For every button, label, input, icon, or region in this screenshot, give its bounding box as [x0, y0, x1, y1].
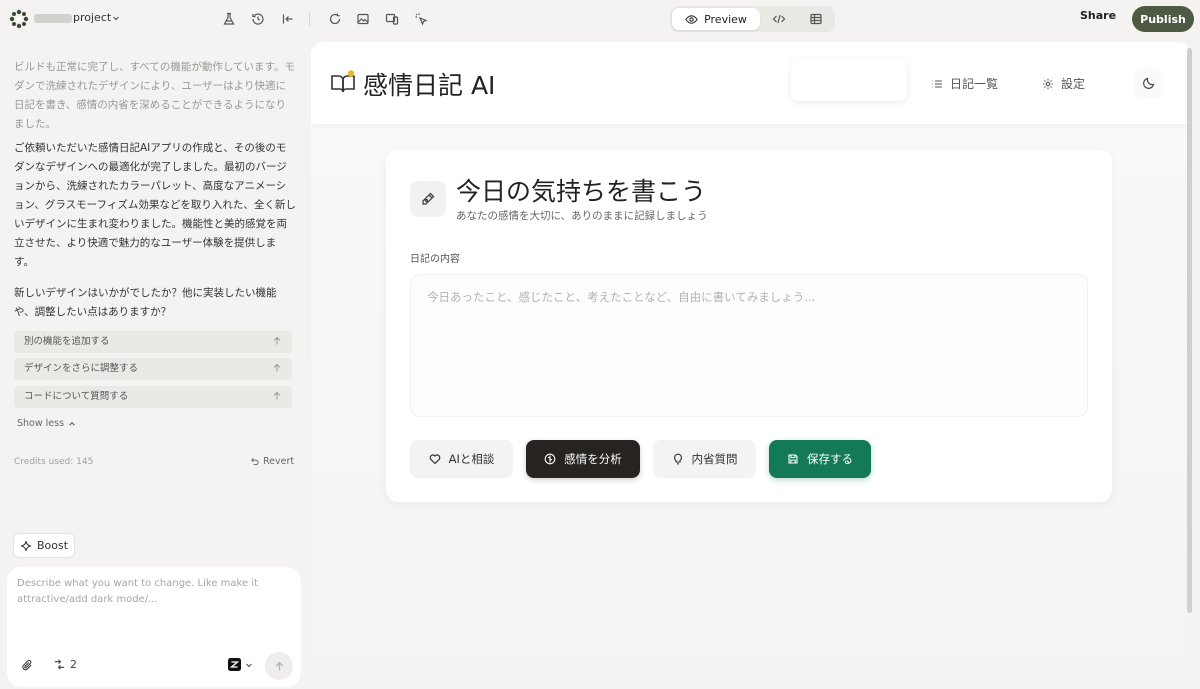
app-preview: 感情日記 AI 日記一覧 設定 今日の気持ちを書こう あなたの感情を大切に、あり… [311, 42, 1190, 689]
history-icon[interactable] [250, 11, 266, 27]
show-less-label: Show less [17, 418, 65, 429]
view-toggle: Preview [670, 6, 835, 32]
preview-tab[interactable]: Preview [672, 8, 760, 30]
analyze-emotion-button[interactable]: 感情を分析 [526, 440, 640, 478]
lightbulb-icon [672, 453, 684, 465]
publish-button[interactable]: Publish [1132, 6, 1194, 32]
project-owner-redacted [34, 14, 72, 23]
chat-panel: ビルドも正常に完了し、すべての機能が動作しています。モダンで洗練されたデザインに… [0, 38, 308, 689]
reflection-question-button[interactable]: 内省質問 [653, 440, 756, 478]
preview-label: Preview [704, 12, 747, 26]
theme-toggle-button[interactable] [1134, 68, 1164, 98]
suggestion-label: 別の機能を追加する [24, 336, 110, 347]
arrow-up-icon [272, 363, 282, 373]
moon-icon [1142, 76, 1156, 90]
collapse-sidebar-icon[interactable] [280, 11, 296, 27]
credits-used: Credits used: 145 [14, 457, 94, 467]
image-icon[interactable] [355, 11, 371, 27]
chat-composer: 2 [7, 567, 301, 687]
chat-message: ご依頼いただいた感情日記AIアプリの作成と、その後のモダンなデザインへの最適化が… [14, 142, 296, 268]
nav-item-settings[interactable]: 設定 [1042, 75, 1085, 92]
suggestion-ask-code[interactable]: コードについて質問する [14, 386, 292, 408]
show-less-toggle[interactable]: Show less [17, 418, 76, 429]
nav-settings-label: 設定 [1061, 77, 1086, 91]
chevron-up-icon [68, 420, 76, 428]
brain-icon [544, 453, 556, 465]
nav-list-label: 日記一覧 [950, 77, 999, 91]
reflect-label: 内省質問 [691, 452, 738, 466]
model-selector[interactable] [228, 658, 253, 671]
card-title: 今日の気持ちを書こう [456, 177, 707, 206]
select-element-icon[interactable] [413, 11, 429, 27]
analyze-label: 感情を分析 [564, 452, 622, 466]
diary-content-input[interactable] [410, 274, 1088, 417]
chevron-down-icon[interactable] [112, 14, 120, 22]
branch-icon [53, 658, 66, 671]
book-icon [330, 70, 356, 96]
suggestion-add-feature[interactable]: 別の機能を追加する [14, 331, 292, 353]
card-subtitle: あなたの感情を大切に、ありのままに記録しましょう [456, 210, 708, 222]
boost-button[interactable]: Boost [13, 533, 75, 558]
device-icon[interactable] [384, 11, 400, 27]
table-icon[interactable] [808, 11, 824, 27]
refresh-icon[interactable] [327, 11, 343, 27]
branch-count: 2 [70, 658, 77, 671]
diary-content-label: 日記の内容 [410, 254, 460, 265]
project-name[interactable]: project [73, 11, 111, 24]
chat-input[interactable] [17, 576, 287, 626]
save-icon [787, 453, 799, 465]
nav-item-new-entry[interactable] [791, 59, 907, 101]
save-button[interactable]: 保存する [769, 440, 871, 478]
app-logo-icon[interactable] [9, 9, 29, 29]
suggestion-label: デザインをさらに調整する [24, 363, 139, 374]
code-icon[interactable] [771, 11, 787, 27]
consult-ai-button[interactable]: AIと相談 [410, 440, 513, 478]
suggestion-adjust-design[interactable]: デザインをさらに調整する [14, 358, 292, 380]
gear-icon [1042, 78, 1054, 90]
sparkle-icon [20, 540, 32, 552]
flask-icon[interactable] [221, 11, 237, 27]
arrow-up-icon [272, 336, 282, 346]
revert-button[interactable]: Revert [250, 456, 294, 467]
consult-label: AIと相談 [448, 452, 495, 466]
chat-message: 新しいデザインはいかがでしたか？他に実装したい機能や、調整したい点はありますか？ [14, 287, 277, 318]
preview-scrollbar[interactable] [1187, 48, 1192, 613]
eye-icon [685, 13, 698, 26]
undo-icon [250, 457, 259, 466]
boost-label: Boost [36, 539, 69, 552]
revert-label: Revert [263, 456, 295, 467]
share-button[interactable]: Share [1080, 9, 1116, 22]
branch-selector[interactable]: 2 [53, 658, 77, 671]
app-header: 感情日記 AI 日記一覧 設定 [311, 42, 1190, 124]
app-brand-title: 感情日記 AI [363, 71, 496, 100]
chevron-down-icon [245, 661, 253, 669]
heart-icon [429, 453, 441, 465]
nav-item-diary-list[interactable]: 日記一覧 [931, 75, 998, 92]
list-icon [931, 78, 943, 90]
pen-icon [410, 181, 446, 217]
suggestion-label: コードについて質問する [24, 391, 129, 402]
attach-icon[interactable] [21, 659, 34, 672]
top-bar: project Preview Share Publish [0, 0, 1200, 38]
toolbar-separator [309, 12, 310, 26]
send-button[interactable] [265, 652, 293, 680]
arrow-up-icon [272, 391, 282, 401]
save-label: 保存する [807, 452, 853, 466]
chat-message: ビルドも正常に完了し、すべての機能が動作しています。モダンで洗練されたデザインに… [14, 61, 295, 130]
arrow-up-icon [274, 661, 285, 672]
diary-entry-card: 今日の気持ちを書こう あなたの感情を大切に、ありのままに記録しましょう 日記の内… [386, 150, 1112, 502]
model-logo-icon [228, 658, 241, 671]
